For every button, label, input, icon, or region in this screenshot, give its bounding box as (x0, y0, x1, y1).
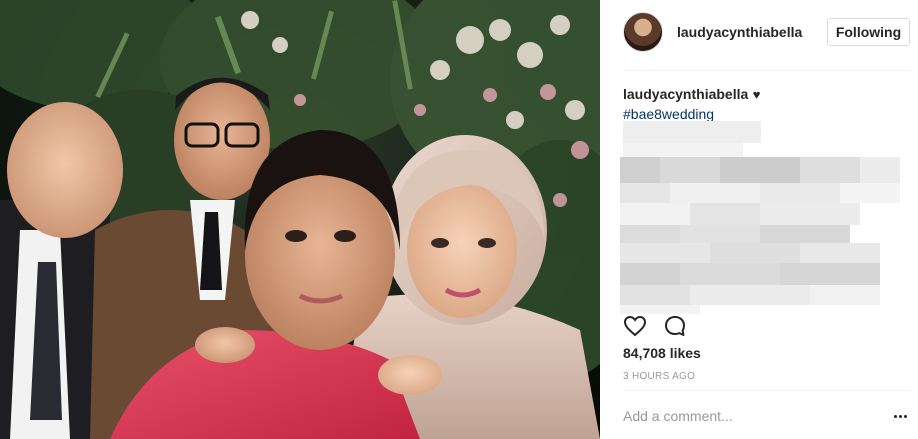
selfie-image (0, 0, 600, 439)
comment-input[interactable] (623, 405, 878, 427)
post-username[interactable]: laudyacynthiabella (677, 24, 807, 40)
post-photo[interactable] (0, 0, 600, 439)
more-options-icon[interactable] (890, 405, 910, 427)
following-button[interactable]: Following (827, 18, 910, 46)
post-header: laudyacynthiabella Following (600, 0, 918, 70)
dot (893, 414, 897, 418)
divider (623, 70, 910, 71)
heart-emoji: ♥ (752, 87, 761, 102)
dot (903, 414, 907, 418)
dot (898, 414, 902, 418)
post-sidebar: laudyacynthiabella Following laudyacynth… (600, 0, 918, 439)
post-timestamp[interactable]: 3 HOURS AGO (623, 371, 695, 382)
avatar[interactable] (623, 12, 663, 52)
heart-icon[interactable] (623, 314, 647, 338)
blurred-comments (620, 121, 900, 331)
likes-count[interactable]: 84,708 likes (623, 345, 701, 361)
hashtag-link[interactable]: #bae8wedding (623, 106, 910, 122)
divider (623, 390, 910, 391)
action-bar (623, 314, 910, 338)
comment-icon[interactable] (663, 314, 687, 338)
caption: laudyacynthiabella ♥ #bae8wedding (623, 86, 910, 122)
caption-username[interactable]: laudyacynthiabella (623, 86, 748, 102)
